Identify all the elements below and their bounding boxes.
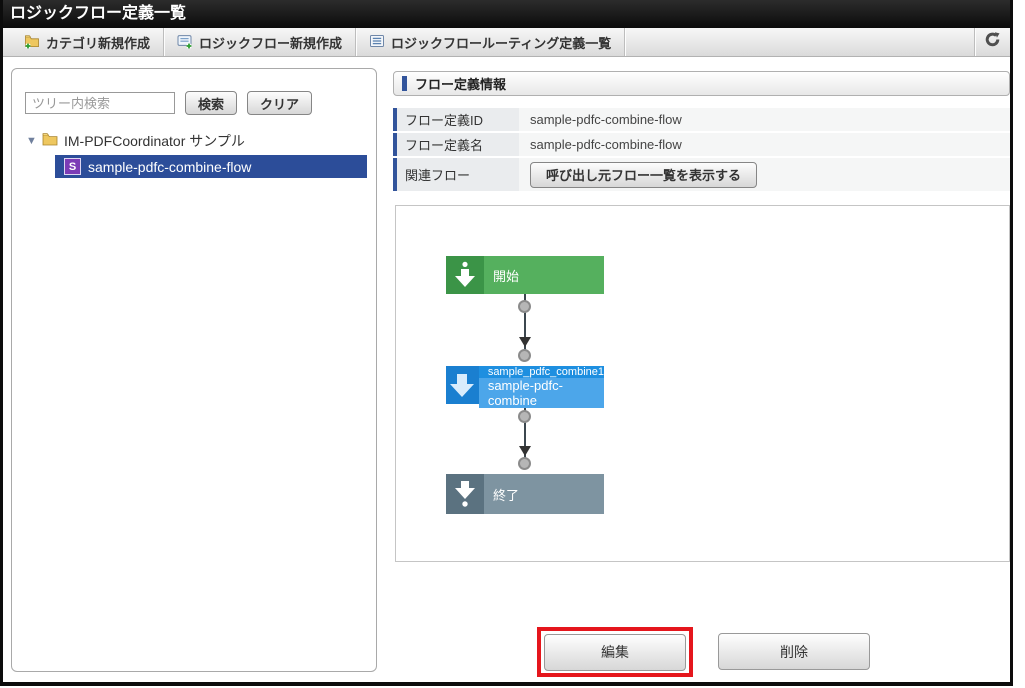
related-flow-value: 呼び出し元フロー一覧を表示する bbox=[519, 158, 1010, 191]
task-node: sample_pdfc_combine1 sample-pdfc-combine bbox=[446, 366, 604, 408]
refresh-icon bbox=[984, 31, 1001, 53]
task-node-labels: sample_pdfc_combine1 sample-pdfc-combine bbox=[478, 366, 604, 408]
table-row: フロー定義ID sample-pdfc-combine-flow bbox=[393, 108, 1010, 131]
flow-name-label: フロー定義名 bbox=[393, 133, 519, 156]
window-border-right bbox=[1010, 0, 1013, 686]
accent-bar bbox=[402, 76, 407, 91]
end-arrow-icon bbox=[446, 474, 484, 514]
tree-item-label: sample-pdfc-combine-flow bbox=[88, 158, 252, 175]
end-node-label: 終了 bbox=[493, 487, 520, 503]
start-node: 開始 bbox=[446, 256, 604, 294]
task-arrow-icon bbox=[446, 366, 479, 404]
edit-button[interactable]: 編集 bbox=[544, 633, 686, 671]
tree-folder-label: IM-PDFCoordinator サンプル bbox=[64, 133, 245, 149]
connector-arrow-icon bbox=[519, 337, 531, 347]
category-tree: ▼ IM-PDFCoordinator サンプル S sample-pdfc-c… bbox=[12, 129, 376, 178]
connector-dot bbox=[518, 349, 531, 362]
caret-down-icon[interactable]: ▼ bbox=[26, 135, 42, 147]
logicflow-type-icon: S bbox=[64, 158, 81, 175]
flow-name-value: sample-pdfc-combine-flow bbox=[519, 133, 1010, 156]
new-category-label: カテゴリ新規作成 bbox=[46, 35, 151, 51]
clear-button[interactable]: クリア bbox=[247, 91, 313, 115]
folder-icon bbox=[42, 132, 58, 151]
table-row: 関連フロー 呼び出し元フロー一覧を表示する bbox=[393, 158, 1010, 191]
table-row: フロー定義名 sample-pdfc-combine-flow bbox=[393, 133, 1010, 156]
new-category-button[interactable]: カテゴリ新規作成 bbox=[11, 28, 165, 56]
refresh-button[interactable] bbox=[974, 28, 1010, 56]
related-flow-label: 関連フロー bbox=[393, 158, 519, 191]
delete-button[interactable]: 削除 bbox=[718, 633, 870, 670]
window-border-left bbox=[0, 0, 3, 686]
task-node-name: sample-pdfc-combine bbox=[478, 378, 604, 408]
routing-definition-list-button[interactable]: ロジックフロールーティング定義一覧 bbox=[356, 28, 626, 56]
end-node: 終了 bbox=[446, 474, 604, 514]
tree-search-input[interactable] bbox=[25, 92, 175, 114]
flow-id-label: フロー定義ID bbox=[393, 108, 519, 131]
search-button[interactable]: 検索 bbox=[185, 91, 238, 115]
connector-dot bbox=[518, 300, 531, 313]
start-arrow-icon bbox=[446, 256, 484, 294]
section-title: フロー定義情報 bbox=[415, 77, 507, 92]
folder-plus-icon bbox=[24, 33, 40, 52]
connector-dot bbox=[518, 410, 531, 423]
flow-definition-table: フロー定義ID sample-pdfc-combine-flow フロー定義名 … bbox=[393, 108, 1010, 193]
task-node-id: sample_pdfc_combine1 bbox=[478, 366, 604, 378]
connector-dot bbox=[518, 457, 531, 470]
toolbar: カテゴリ新規作成 ロジックフロー新規作成 ロジックフロールーティング定義一覧 bbox=[3, 28, 1010, 57]
edit-highlight-annotation: 編集 bbox=[537, 627, 693, 677]
tree-search-row: 検索 クリア bbox=[25, 91, 376, 115]
show-caller-flows-button[interactable]: 呼び出し元フロー一覧を表示する bbox=[530, 161, 758, 188]
flow-id-value: sample-pdfc-combine-flow bbox=[519, 108, 1010, 131]
app-window: ロジックフロー定義一覧 カテゴリ新規作成 ロジックフロー新規作成 ロジックフロー… bbox=[0, 0, 1025, 688]
connector-arrow-icon bbox=[519, 446, 531, 456]
flow-definition-info-header: フロー定義情報 bbox=[393, 71, 1010, 96]
flow-new-icon bbox=[177, 33, 193, 52]
tree-folder-row[interactable]: ▼ IM-PDFCoordinator サンプル bbox=[12, 129, 376, 153]
routing-definition-list-label: ロジックフロールーティング定義一覧 bbox=[391, 35, 612, 51]
new-logicflow-button[interactable]: ロジックフロー新規作成 bbox=[164, 28, 357, 56]
tree-panel: 検索 クリア ▼ IM-PDFCoordinator サンプル S sample… bbox=[11, 68, 377, 672]
list-icon bbox=[369, 33, 385, 52]
flow-preview-panel: 開始 sample_pdfc_combine1 sample-pdfc-comb… bbox=[395, 205, 1010, 562]
tree-item-selected[interactable]: S sample-pdfc-combine-flow bbox=[55, 155, 367, 178]
new-logicflow-label: ロジックフロー新規作成 bbox=[199, 35, 343, 51]
start-node-label: 開始 bbox=[493, 268, 520, 284]
window-border-bottom bbox=[0, 682, 1013, 686]
page-title: ロジックフロー定義一覧 bbox=[0, 0, 1013, 28]
